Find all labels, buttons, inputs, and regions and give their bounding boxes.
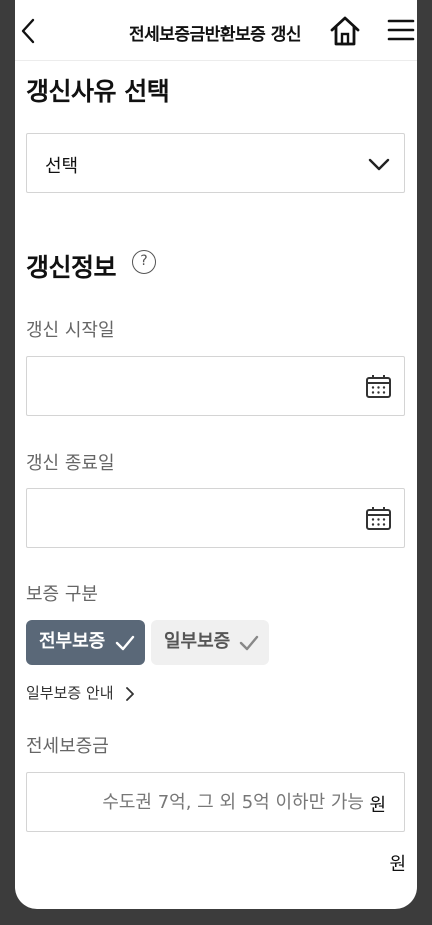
deposit-label: 전세보증금 (26, 736, 109, 757)
calendar-icon[interactable] (365, 505, 392, 532)
start-date-field[interactable] (26, 356, 405, 416)
hamburger-menu-icon (387, 19, 415, 41)
chevron-down-icon (368, 158, 390, 171)
app-screen: 전세보증금반환보증 갱신 갱신사유 선택 선택 갱신정보 ? 갱신 시작일 갱신… (15, 0, 417, 909)
deposit-unit: 원 (369, 795, 386, 816)
help-icon[interactable]: ? (132, 250, 156, 274)
guarantee-type-label: 보증 구분 (26, 584, 98, 605)
home-icon (330, 16, 360, 46)
deposit-amount-field: 원 (26, 772, 405, 832)
chevron-right-icon (126, 686, 135, 701)
back-button[interactable] (15, 14, 49, 48)
full-guarantee-label: 전부보증 (39, 631, 106, 652)
renewal-reason-select[interactable]: 선택 (26, 133, 405, 193)
deposit-amount-input[interactable] (27, 773, 404, 831)
check-icon (239, 635, 259, 651)
deposit-amount-hangul: 원 (389, 854, 406, 875)
end-date-field[interactable] (26, 488, 405, 548)
partial-guarantee-toggle[interactable]: 일부보증 (151, 620, 269, 665)
chevron-left-icon (21, 18, 35, 44)
menu-button[interactable] (387, 16, 415, 44)
calendar-icon[interactable] (365, 373, 392, 400)
full-guarantee-toggle[interactable]: 전부보증 (26, 620, 145, 665)
renewal-reason-selected-value: 선택 (45, 156, 79, 177)
top-bar: 전세보증금반환보증 갱신 (15, 0, 417, 61)
home-button[interactable] (328, 14, 362, 48)
page-title: 전세보증금반환보증 갱신 (129, 25, 301, 45)
partial-guarantee-label: 일부보증 (164, 631, 231, 652)
renewal-info-title: 갱신정보 (26, 253, 117, 282)
end-date-label: 갱신 종료일 (26, 453, 115, 474)
check-icon (115, 635, 135, 651)
start-date-label: 갱신 시작일 (26, 320, 115, 341)
partial-guarantee-guide-text: 일부보증 안내 (26, 684, 114, 702)
reason-section-title: 갱신사유 선택 (26, 77, 170, 106)
partial-guarantee-guide-link[interactable]: 일부보증 안내 (26, 682, 136, 703)
